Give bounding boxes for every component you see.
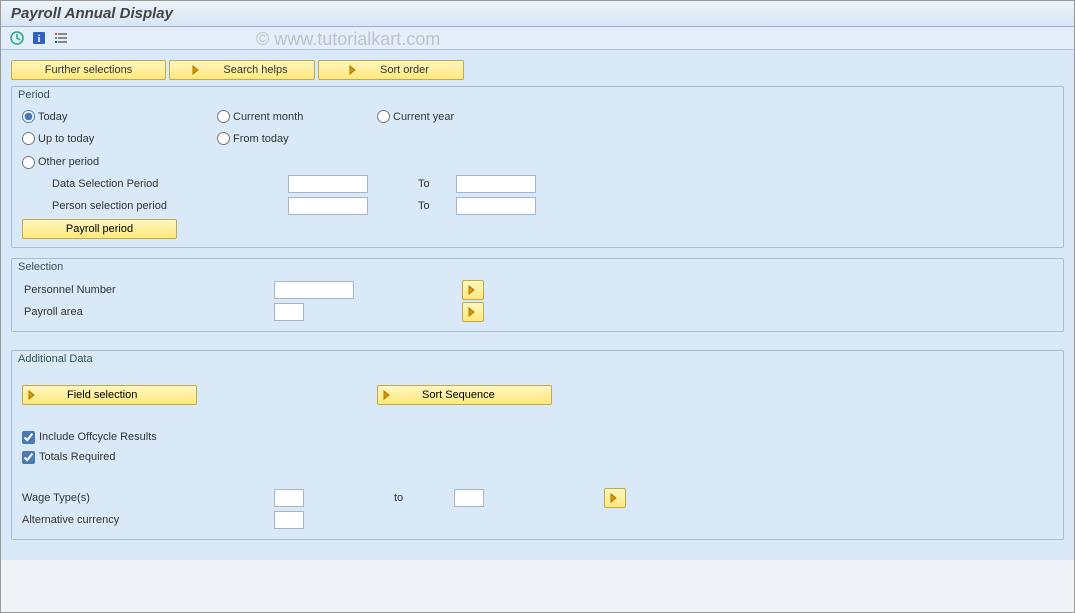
toolbar: i © www.tutorialkart.com (1, 27, 1074, 50)
up-to-today-label: Up to today (38, 133, 94, 145)
data-selection-from-input[interactable] (288, 175, 368, 193)
sort-order-label: Sort order (380, 64, 429, 76)
arrow-right-icon (467, 306, 479, 318)
arrow-right-icon (467, 284, 479, 296)
arrow-right-icon (348, 64, 360, 76)
radio-current-year[interactable]: Current year (377, 110, 454, 123)
data-selection-to-input[interactable] (456, 175, 536, 193)
other-period-label: Other period (38, 156, 99, 168)
payroll-area-input[interactable] (274, 303, 304, 321)
person-selection-period-label: Person selection period (22, 200, 240, 212)
alternative-currency-input[interactable] (274, 511, 304, 529)
from-today-label: From today (233, 133, 289, 145)
totals-required-checkbox[interactable] (22, 451, 35, 464)
payroll-area-label: Payroll area (22, 306, 274, 318)
arrow-right-icon (191, 64, 203, 76)
current-year-label: Current year (393, 111, 454, 123)
wage-type-multiple-button[interactable] (604, 488, 626, 508)
field-selection-button[interactable]: Field selection (22, 385, 197, 405)
radio-today[interactable]: Today (22, 110, 67, 123)
selection-panel: Selection Personnel Number Payroll area (11, 258, 1064, 332)
totals-required-label: Totals Required (39, 451, 115, 463)
radio-current-month[interactable]: Current month (217, 110, 303, 123)
include-offcycle-label: Include Offcycle Results (39, 431, 157, 443)
personnel-number-multiple-button[interactable] (462, 280, 484, 300)
radio-from-today[interactable]: From today (217, 132, 289, 145)
today-label: Today (38, 111, 67, 123)
sort-sequence-button[interactable]: Sort Sequence (377, 385, 552, 405)
search-helps-button[interactable]: Search helps (169, 60, 315, 80)
arrow-right-icon (609, 492, 621, 504)
page-title: Payroll Annual Display (1, 1, 1074, 27)
info-icon[interactable]: i (31, 30, 47, 46)
current-month-label: Current month (233, 111, 303, 123)
data-selection-period-label: Data Selection Period (22, 178, 240, 190)
period-title: Period (12, 87, 1063, 103)
additional-panel: Additional Data Field selection Sort Seq… (11, 350, 1064, 540)
payroll-period-button[interactable]: Payroll period (22, 219, 177, 239)
to-label: To (416, 178, 456, 190)
person-selection-from-input[interactable] (288, 197, 368, 215)
svg-text:i: i (38, 34, 41, 45)
wage-types-label: Wage Type(s) (22, 492, 274, 504)
watermark: © www.tutorialkart.com (256, 29, 440, 50)
personnel-number-input[interactable] (274, 281, 354, 299)
alternative-currency-label: Alternative currency (22, 514, 274, 526)
radio-up-to-today[interactable]: Up to today (22, 132, 94, 145)
execute-icon[interactable] (9, 30, 25, 46)
person-selection-to-input[interactable] (456, 197, 536, 215)
personnel-number-label: Personnel Number (22, 284, 274, 296)
field-selection-label: Field selection (67, 389, 137, 401)
radio-other-period[interactable]: Other period (22, 156, 99, 169)
arrow-right-icon (27, 389, 39, 401)
to-label-2: To (416, 200, 456, 212)
payroll-area-multiple-button[interactable] (462, 302, 484, 322)
include-offcycle-checkbox[interactable] (22, 431, 35, 444)
to-label-3: to (394, 492, 454, 504)
wage-type-from-input[interactable] (274, 489, 304, 507)
period-panel: Period Today Current month Current year … (11, 86, 1064, 248)
further-selections-button[interactable]: Further selections (11, 60, 166, 80)
search-helps-label: Search helps (223, 64, 287, 76)
sort-order-button[interactable]: Sort order (318, 60, 464, 80)
additional-title: Additional Data (12, 351, 1063, 367)
selection-title: Selection (12, 259, 1063, 275)
wage-type-to-input[interactable] (454, 489, 484, 507)
sort-sequence-label: Sort Sequence (422, 389, 495, 401)
list-icon[interactable] (53, 30, 69, 46)
arrow-right-icon (382, 389, 394, 401)
